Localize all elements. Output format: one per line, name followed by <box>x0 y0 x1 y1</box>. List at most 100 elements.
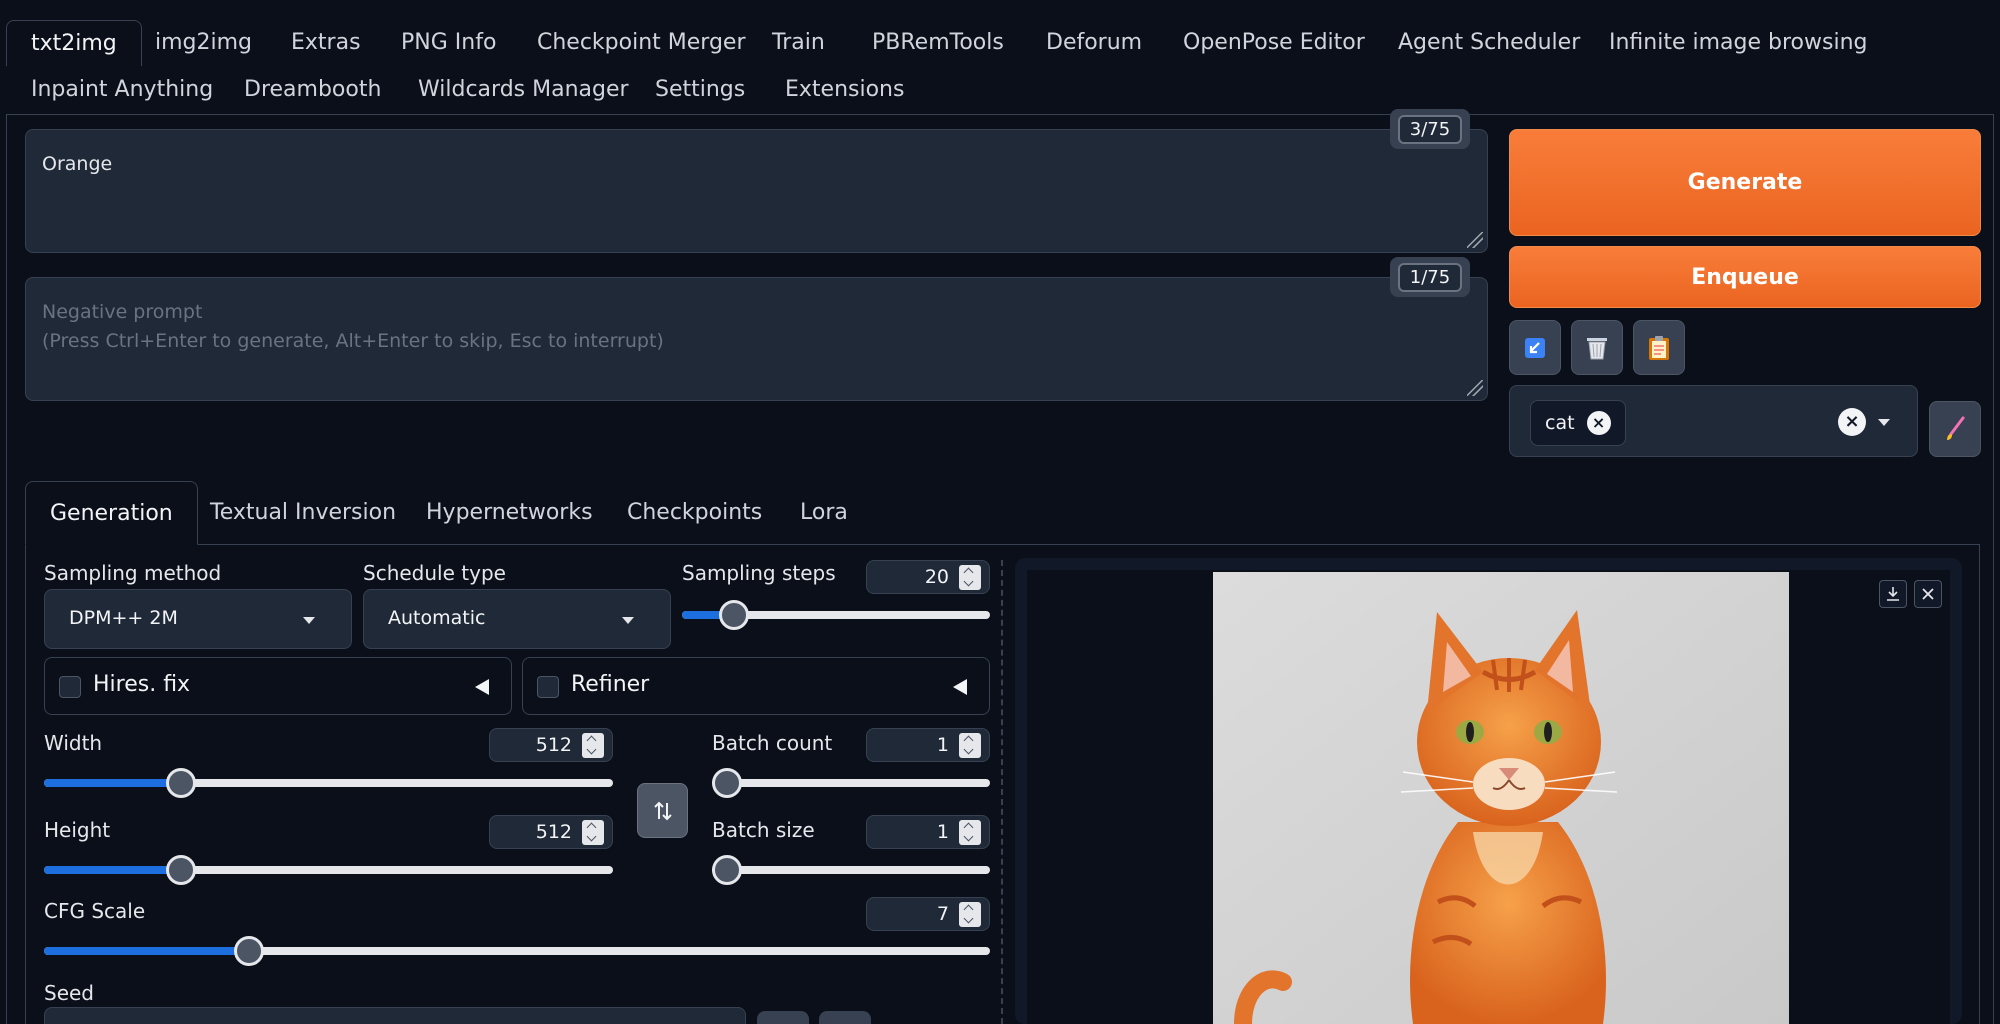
paintbrush-icon <box>1947 416 1965 440</box>
batch-size-slider[interactable] <box>712 855 990 885</box>
tab-train[interactable]: Train <box>772 20 825 66</box>
column-divider <box>1001 560 1003 1024</box>
batch-count-value: 1 <box>936 734 949 756</box>
refiner-checkbox[interactable] <box>537 676 559 698</box>
batch-size-input[interactable]: 1 <box>866 815 990 849</box>
close-preview-button[interactable] <box>1914 580 1942 608</box>
cfg-scale-slider[interactable] <box>44 936 990 966</box>
stepper-icon[interactable] <box>959 820 981 845</box>
slider-thumb[interactable] <box>165 855 196 885</box>
seed-label: Seed <box>44 981 94 1005</box>
orange-cat-image <box>1213 572 1789 1024</box>
hires-fix-checkbox[interactable] <box>59 676 81 698</box>
download-button[interactable] <box>1879 580 1907 608</box>
height-slider[interactable] <box>44 855 613 885</box>
cfg-scale-input[interactable]: 7 <box>866 897 990 931</box>
batch-size-label: Batch size <box>712 818 815 842</box>
output-gallery <box>1015 558 1962 1024</box>
slider-thumb[interactable] <box>165 768 196 798</box>
tab-checkpoint-merger[interactable]: Checkpoint Merger <box>537 20 746 66</box>
tab-openpose-editor[interactable]: OpenPose Editor <box>1183 20 1365 66</box>
sampling-method-dropdown[interactable]: DPM++ 2M <box>44 589 352 649</box>
tab-wildcards-manager[interactable]: Wildcards Manager <box>418 67 629 113</box>
prompt-textarea[interactable]: Orange <box>25 129 1488 253</box>
cfg-scale-value: 7 <box>936 903 949 925</box>
chevron-down-icon <box>622 617 634 624</box>
tab-agent-scheduler[interactable]: Agent Scheduler <box>1398 20 1580 66</box>
tab-txt2img[interactable]: txt2img <box>6 20 142 66</box>
tab-img2img[interactable]: img2img <box>155 20 252 66</box>
resize-handle-icon[interactable] <box>1467 380 1483 396</box>
tab-generation[interactable]: Generation <box>25 481 198 545</box>
tab-dreambooth[interactable]: Dreambooth <box>244 67 381 113</box>
enqueue-button[interactable]: Enqueue <box>1509 246 1981 308</box>
tab-png-info[interactable]: PNG Info <box>401 20 496 66</box>
resize-handle-icon[interactable] <box>1467 232 1483 248</box>
tab-hypernetworks[interactable]: Hypernetworks <box>426 481 593 545</box>
tab-extensions[interactable]: Extensions <box>785 67 904 113</box>
refiner-accordion[interactable]: Refiner <box>522 657 990 715</box>
generated-image[interactable] <box>1213 572 1789 1024</box>
collapse-triangle-icon <box>475 679 489 695</box>
height-input[interactable]: 512 <box>489 815 613 849</box>
trash-icon <box>1587 337 1607 359</box>
styles-dropdown[interactable]: cat × × <box>1509 385 1918 457</box>
cfg-scale-label: CFG Scale <box>44 899 146 923</box>
chevron-down-icon <box>303 617 315 624</box>
collapse-triangle-icon <box>953 679 967 695</box>
tab-pbremtools[interactable]: PBRemTools <box>872 20 1004 66</box>
edit-styles-button[interactable] <box>1929 401 1981 457</box>
batch-count-input[interactable]: 1 <box>866 728 990 762</box>
random-seed-button[interactable] <box>757 1011 809 1024</box>
width-slider[interactable] <box>44 768 613 798</box>
trash-button[interactable] <box>1571 320 1623 375</box>
tab-deforum[interactable]: Deforum <box>1046 20 1142 66</box>
schedule-type-value: Automatic <box>388 607 486 629</box>
prompt-text: Orange <box>42 153 113 175</box>
stepper-icon[interactable] <box>582 820 604 845</box>
hires-fix-accordion[interactable]: Hires. fix <box>44 657 512 715</box>
swap-dimensions-button[interactable] <box>637 783 688 838</box>
clear-styles-icon[interactable]: × <box>1838 408 1866 436</box>
height-label: Height <box>44 818 111 842</box>
remove-chip-icon[interactable]: × <box>1586 411 1611 435</box>
width-value: 512 <box>535 734 572 756</box>
tab-lora[interactable]: Lora <box>800 481 848 545</box>
sampling-steps-value: 20 <box>924 566 949 588</box>
reuse-seed-button[interactable] <box>819 1011 871 1024</box>
tab-infinite-image-browsing[interactable]: Infinite image browsing <box>1609 20 1867 66</box>
negative-prompt-textarea[interactable]: Negative prompt (Press Ctrl+Enter to gen… <box>25 277 1488 401</box>
stepper-icon[interactable] <box>959 733 981 758</box>
tab-inpaint-anything[interactable]: Inpaint Anything <box>31 67 213 113</box>
clipboard-button[interactable] <box>1633 320 1685 375</box>
slider-thumb[interactable] <box>712 855 742 885</box>
sampling-steps-slider[interactable] <box>682 600 990 630</box>
tab-textual-inversion[interactable]: Textual Inversion <box>210 481 396 545</box>
hires-fix-label: Hires. fix <box>93 672 191 697</box>
generate-button[interactable]: Generate <box>1509 129 1981 236</box>
sampling-steps-label: Sampling steps <box>682 561 836 585</box>
clipboard-icon <box>1649 335 1669 360</box>
height-value: 512 <box>535 821 572 843</box>
tab-extras[interactable]: Extras <box>291 20 361 66</box>
stepper-icon[interactable] <box>959 565 981 590</box>
sampling-steps-input[interactable]: 20 <box>866 560 990 594</box>
batch-count-slider[interactable] <box>712 768 990 798</box>
schedule-type-label: Schedule type <box>363 561 506 585</box>
stepper-icon[interactable] <box>582 733 604 758</box>
seed-input[interactable] <box>44 1007 746 1024</box>
chevron-down-icon[interactable] <box>1878 419 1890 426</box>
batch-size-value: 1 <box>936 821 949 843</box>
refiner-label: Refiner <box>571 672 650 697</box>
style-chip-label: cat <box>1545 412 1575 434</box>
slider-thumb[interactable] <box>712 768 742 798</box>
slider-fill <box>44 947 250 955</box>
schedule-type-dropdown[interactable]: Automatic <box>363 589 671 649</box>
paste-arrow-button[interactable] <box>1509 320 1561 375</box>
stepper-icon[interactable] <box>959 902 981 927</box>
prompt-token-counter: 3/75 <box>1390 109 1470 149</box>
tab-checkpoints[interactable]: Checkpoints <box>627 481 762 545</box>
negative-prompt-placeholder: Negative prompt (Press Ctrl+Enter to gen… <box>42 301 664 352</box>
width-input[interactable]: 512 <box>489 728 613 762</box>
tab-settings[interactable]: Settings <box>655 67 745 113</box>
